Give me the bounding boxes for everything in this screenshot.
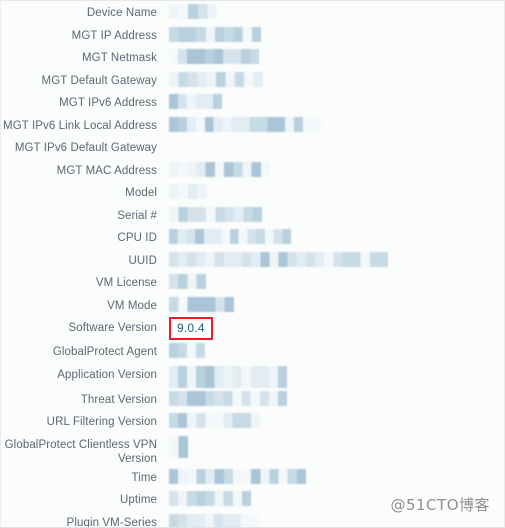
table-row: GlobalProtect Agent <box>1 340 504 363</box>
row-label: GlobalProtect Agent <box>52 346 157 358</box>
redacted-value <box>169 413 260 428</box>
redacted-value <box>169 251 388 267</box>
row-value <box>157 410 504 429</box>
table-row: MGT IPv6 Link Local Address <box>1 114 504 137</box>
redacted-value <box>169 71 263 87</box>
redacted-value <box>169 513 259 527</box>
table-row: VM Mode <box>1 294 504 317</box>
table-row: Time <box>1 466 504 489</box>
system-info-panel: Device Name MGT IP Address MGT Netmask MGT … <box>0 0 505 528</box>
row-value <box>157 363 504 388</box>
row-label: Software Version <box>68 322 157 334</box>
row-value <box>157 488 504 507</box>
table-row: MGT MAC Address <box>1 159 504 182</box>
redacted-value <box>169 49 259 64</box>
row-label: MGT Netmask <box>81 52 157 64</box>
row-value <box>157 388 504 407</box>
table-row: CPU ID <box>1 226 504 249</box>
redacted-value <box>169 161 270 177</box>
redacted-value <box>169 4 217 19</box>
table-row: GlobalProtect Clientless VPN Version <box>1 433 504 466</box>
table-row: MGT IPv6 Address <box>1 91 504 114</box>
row-value: 9.0.4 <box>157 316 504 340</box>
row-value <box>157 114 504 133</box>
row-value <box>157 204 504 223</box>
table-row: Software Version 9.0.4 <box>1 316 504 340</box>
redacted-value <box>169 229 291 244</box>
row-label: Serial # <box>117 209 157 222</box>
table-row: MGT IP Address <box>1 24 504 47</box>
software-version-value: 9.0.4 <box>177 321 205 335</box>
redacted-value <box>169 184 207 199</box>
redacted-value <box>169 26 261 42</box>
redacted-value <box>169 206 262 222</box>
redacted-value <box>169 390 287 406</box>
table-row: UUID <box>1 249 504 272</box>
row-value <box>157 91 504 110</box>
row-label: MGT MAC Address <box>56 164 157 177</box>
redacted-value <box>169 94 222 109</box>
table-row: URL Filtering Version <box>1 410 504 433</box>
row-value <box>157 511 504 527</box>
redacted-value <box>169 116 321 132</box>
table-row: Uptime <box>1 488 504 511</box>
redacted-value <box>169 491 251 506</box>
row-value <box>157 271 504 290</box>
redacted-value <box>169 343 205 358</box>
table-row: Device Name <box>1 1 504 24</box>
row-value <box>157 136 504 155</box>
row-label: MGT IPv6 Default Gateway <box>14 142 157 154</box>
row-label: Uptime <box>119 494 157 506</box>
row-label: Device Name <box>86 7 157 19</box>
row-label: MGT Default Gateway <box>41 74 157 87</box>
table-row: Application Version <box>1 363 504 388</box>
redacted-value <box>169 468 306 484</box>
row-value <box>157 294 504 313</box>
row-label: MGT IPv6 Link Local Address <box>3 119 157 132</box>
software-version-highlight-box: 9.0.4 <box>169 317 213 340</box>
row-label: UUID <box>128 254 157 267</box>
row-value <box>157 466 504 485</box>
row-value <box>157 249 504 268</box>
table-row: MGT Default Gateway <box>1 69 504 92</box>
row-value <box>157 159 504 178</box>
table-row: MGT Netmask <box>1 46 504 69</box>
row-label: VM Mode <box>107 299 157 312</box>
row-value <box>157 24 504 43</box>
row-value <box>157 226 504 245</box>
row-label: Time <box>131 471 157 484</box>
row-value <box>157 1 504 20</box>
system-info-row-list: Device Name MGT IP Address MGT Netmask MGT … <box>1 1 504 528</box>
row-label: GlobalProtect Clientless VPN Version <box>4 438 157 465</box>
table-row: VM License <box>1 271 504 294</box>
redacted-value <box>169 435 188 458</box>
row-label: CPU ID <box>117 232 157 244</box>
row-value <box>157 46 504 65</box>
table-row: MGT IPv6 Default Gateway <box>1 136 504 159</box>
row-label: Threat Version <box>80 393 157 406</box>
redacted-value <box>169 296 234 312</box>
redacted-value <box>169 274 206 289</box>
row-label: Application Version <box>57 368 157 381</box>
row-value <box>157 181 504 200</box>
row-value <box>157 433 504 458</box>
table-row: Serial # <box>1 204 504 227</box>
redacted-value <box>169 365 287 388</box>
row-value <box>157 69 504 88</box>
row-label: MGT IPv6 Address <box>59 97 157 109</box>
row-label: Model <box>125 187 157 199</box>
table-row: Plugin VM-Series <box>1 511 504 528</box>
row-value <box>157 340 504 359</box>
row-label: MGT IP Address <box>71 29 157 42</box>
row-label: Plugin VM-Series <box>66 516 157 528</box>
row-label: URL Filtering Version <box>46 416 157 428</box>
table-row: Threat Version <box>1 388 504 411</box>
table-row: Model <box>1 181 504 204</box>
row-label: VM License <box>95 277 157 289</box>
